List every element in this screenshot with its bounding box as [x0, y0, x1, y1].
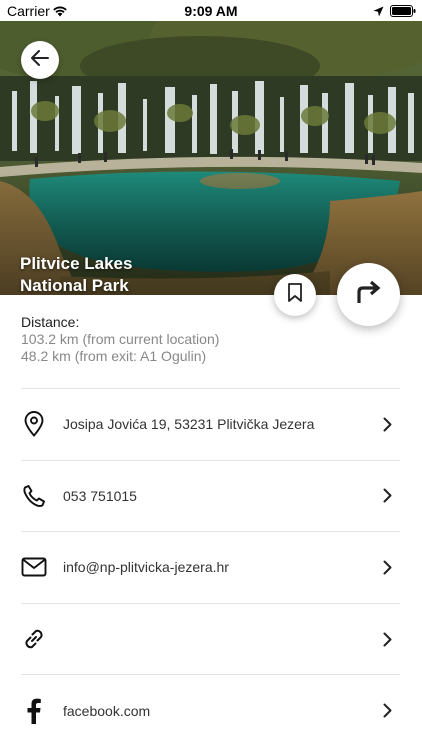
status-bar: Carrier 9:09 AM [0, 0, 422, 21]
phone-icon [21, 483, 47, 509]
link-icon [21, 626, 47, 652]
phone-row[interactable]: 053 751015 [21, 459, 400, 532]
distance-from-current: 103.2 km (from current location) [21, 331, 220, 347]
battery-icon [390, 4, 416, 22]
phone-text: 053 751015 [63, 487, 137, 504]
place-title-line2: National Park [20, 276, 129, 295]
distance-info: Distance: 103.2 km (from current locatio… [21, 314, 321, 365]
map-pin-icon [21, 411, 47, 438]
bookmark-button[interactable] [274, 274, 316, 316]
back-button[interactable] [21, 41, 59, 79]
bookmark-icon [288, 283, 302, 307]
distance-label: Distance: [21, 314, 80, 330]
facebook-text: facebook.com [63, 702, 151, 719]
email-row[interactable]: info@np-plitvicka-jezera.hr [21, 531, 400, 603]
hero-image: Plitvice Lakes National Park [0, 21, 422, 295]
place-title: Plitvice Lakes National Park [20, 253, 280, 295]
mail-icon [21, 554, 47, 580]
arrow-left-icon [31, 49, 49, 71]
address-text: Josipa Jovića 19, 53231 Plitvička Jezera [63, 416, 315, 433]
place-title-line1: Plitvice Lakes [20, 254, 133, 273]
location-arrow-icon [373, 4, 384, 22]
chevron-right-icon [380, 703, 394, 719]
address-row[interactable]: Josipa Jovića 19, 53231 Plitvička Jezera [21, 388, 400, 460]
website-row[interactable] [21, 602, 400, 675]
email-text: info@np-plitvicka-jezera.hr [63, 559, 229, 576]
directions-button[interactable] [337, 263, 400, 326]
contact-list: Josipa Jovića 19, 53231 Plitvička Jezera… [21, 388, 400, 746]
facebook-row[interactable]: facebook.com [21, 674, 400, 746]
clock: 9:09 AM [184, 3, 238, 19]
chevron-right-icon [380, 488, 394, 504]
facebook-icon [21, 698, 47, 724]
chevron-right-icon [380, 631, 394, 647]
directions-arrow-icon [356, 280, 382, 309]
chevron-right-icon [380, 416, 394, 432]
chevron-right-icon [380, 559, 394, 575]
distance-from-exit: 48.2 km (from exit: A1 Ogulin) [21, 348, 207, 364]
